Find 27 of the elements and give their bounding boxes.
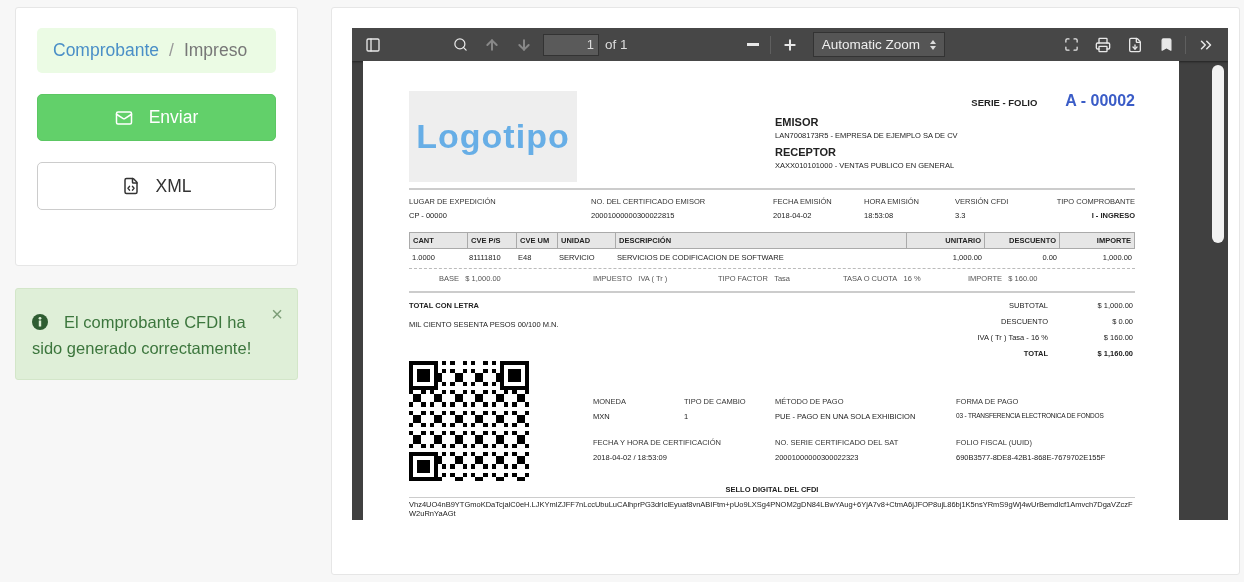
sidebar-icon xyxy=(365,36,381,53)
printer-icon xyxy=(1095,36,1111,53)
fullscreen-icon xyxy=(1064,37,1079,52)
xml-button[interactable]: XML xyxy=(37,162,276,210)
scrollbar[interactable] xyxy=(1212,65,1224,243)
breadcrumb-item: Impreso xyxy=(183,40,248,61)
plus-icon xyxy=(781,36,798,53)
mail-icon xyxy=(114,108,133,127)
logo-text: Logotipo xyxy=(416,117,570,156)
arrow-down-icon xyxy=(516,36,532,53)
serie-folio: A - 00002 xyxy=(1065,92,1135,110)
bookmark-icon xyxy=(1159,37,1174,52)
info-icon xyxy=(32,314,48,330)
zoom-select[interactable]: Automatic Zoom xyxy=(812,32,945,57)
emisor-label: EMISOR xyxy=(775,116,820,128)
alert-message: El comprobante CFDI ha sido generado correctamente! xyxy=(32,313,252,357)
page-count: of 1 xyxy=(605,37,628,52)
search-icon xyxy=(453,37,468,52)
select-arrows-icon xyxy=(929,39,936,50)
code-file-icon xyxy=(121,177,140,195)
breadcrumb-separator: / xyxy=(169,40,174,61)
minus-icon xyxy=(746,43,759,46)
download-icon xyxy=(1127,36,1143,53)
page-number-field[interactable]: 1 xyxy=(543,33,599,56)
breadcrumb-item[interactable]: Comprobante xyxy=(53,40,160,61)
receptor-label: RECEPTOR xyxy=(775,146,837,158)
serie-folio-label: SERIE - FOLIO xyxy=(971,97,1038,108)
